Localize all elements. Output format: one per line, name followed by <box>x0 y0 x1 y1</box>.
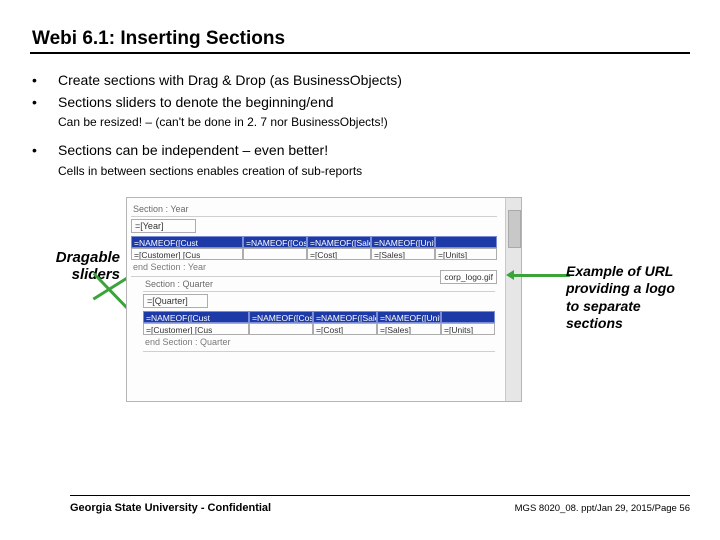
footer-right: MGS 8020_08. ppt/Jan 29, 2015/Page 56 <box>515 503 690 514</box>
bullet-2-sub: Can be resized! – (can't be done in 2. 7… <box>58 115 690 130</box>
title-rule <box>30 52 690 54</box>
bullet-1: • Create sections with Drag & Drop (as B… <box>32 72 690 90</box>
table1-r1c4[interactable]: =[Sales] <box>371 248 435 260</box>
table1-h5 <box>435 236 497 248</box>
year-cell[interactable]: =[Year] <box>131 219 196 233</box>
bullet-1-text: Create sections with Drag & Drop (as Bus… <box>58 72 690 90</box>
table1-header: =NAMEOF([Cust =NAMEOF([Cost =NAMEOF([Sal… <box>131 236 497 248</box>
table2-h1: =NAMEOF([Cust <box>143 311 249 323</box>
table2-r1c3[interactable]: =[Cost] <box>313 323 377 335</box>
right-annotation: Example of URL providing a logo to separ… <box>566 263 686 333</box>
bullet-2: • Sections sliders to denote the beginni… <box>32 94 690 112</box>
table2-h4: =NAMEOF([Units <box>377 311 441 323</box>
footer-left: Georgia State University - Confidential <box>70 502 271 514</box>
table2-row: =[Customer] [Cus =[Cost] =[Sales] =[Unit… <box>143 323 495 335</box>
bullet-dot: • <box>32 72 58 90</box>
bullet-3: • Sections can be independent – even bet… <box>32 142 690 160</box>
bullet-list: • Create sections with Drag & Drop (as B… <box>32 72 690 179</box>
table1-r1c5[interactable]: =[Units] <box>435 248 497 260</box>
table2-r1c2[interactable] <box>249 323 313 335</box>
table1-h3: =NAMEOF([Sale <box>307 236 371 248</box>
bullet-3-sub: Cells in between sections enables creati… <box>58 164 690 179</box>
table2-r1c1[interactable]: =[Customer] [Cus <box>143 323 249 335</box>
table1-h1: =NAMEOF([Cust <box>131 236 243 248</box>
screenshot-panel: Section : Year =[Year] =NAMEOF([Cust =NA… <box>126 197 522 402</box>
bullet-dot: • <box>32 142 58 160</box>
left-annotation: Dragable sliders <box>34 249 120 283</box>
table2-header: =NAMEOF([Cust =NAMEOF([Cost =NAMEOF([Sal… <box>143 311 495 323</box>
bullet-dot: • <box>32 94 58 112</box>
table1-r1c1[interactable]: =[Customer] [Cus <box>131 248 243 260</box>
scrollbar[interactable] <box>505 198 521 401</box>
table1-h4: =NAMEOF([Units <box>371 236 435 248</box>
table2-r1c4[interactable]: =[Sales] <box>377 323 441 335</box>
quarter-cell[interactable]: =[Quarter] <box>143 294 208 308</box>
section-quarter-end-slider[interactable] <box>143 351 495 352</box>
table2-h5 <box>441 311 495 323</box>
left-annotation-l1: Dragable <box>56 249 120 266</box>
table2-h3: =NAMEOF([Sale <box>313 311 377 323</box>
table1-r1c3[interactable]: =[Cost] <box>307 248 371 260</box>
table1-r1c2[interactable] <box>243 248 307 260</box>
figure-area: Dragable sliders Section : Year =[Year] … <box>30 197 690 417</box>
bullet-3-text: Sections can be independent – even bette… <box>58 142 690 160</box>
footer-rule <box>70 495 690 496</box>
section-year-label: Section : Year <box>133 204 517 214</box>
table2-r1c5[interactable]: =[Units] <box>441 323 495 335</box>
section-quarter-block: Section : Quarter =[Quarter] =NAMEOF([Cu… <box>143 279 517 352</box>
section-quarter-end-label: end Section : Quarter <box>145 337 517 347</box>
scrollbar-thumb[interactable] <box>508 210 521 248</box>
table2-h2: =NAMEOF([Cost <box>249 311 313 323</box>
bullet-2-text: Sections sliders to denote the beginning… <box>58 94 690 112</box>
logo-cell[interactable]: corp_logo.gif <box>440 270 497 284</box>
table1-h2: =NAMEOF([Cost <box>243 236 307 248</box>
section-quarter-start-slider[interactable] <box>143 291 495 292</box>
table1-row: =[Customer] [Cus =[Cost] =[Sales] =[Unit… <box>131 248 497 260</box>
section-year-start-slider[interactable] <box>131 216 497 217</box>
slide-title: Webi 6.1: Inserting Sections <box>32 28 690 50</box>
arrow-right <box>514 274 570 277</box>
